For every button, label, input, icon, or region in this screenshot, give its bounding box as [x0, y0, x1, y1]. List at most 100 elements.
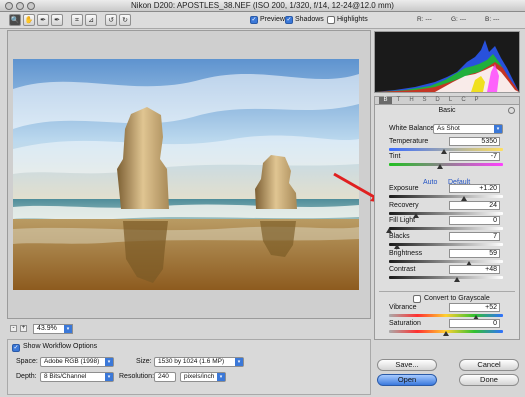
- recovery-slider-track[interactable]: [389, 212, 503, 215]
- histogram: [374, 31, 520, 93]
- fill-light-value-field[interactable]: 0: [449, 216, 500, 225]
- preview-label: Preview: [260, 16, 285, 23]
- chevron-down-icon: ▾: [217, 373, 225, 381]
- tab-c[interactable]: C: [457, 97, 470, 104]
- hand-tool[interactable]: ✋: [23, 14, 35, 26]
- size-select[interactable]: 1530 by 1024 (1.6 MP) ▾: [154, 357, 244, 367]
- adjustment-tabs: BTHSDLCP: [374, 96, 520, 105]
- color-sampler-tool[interactable]: ✒: [51, 14, 63, 26]
- saturation-value-field[interactable]: 0: [449, 319, 500, 328]
- coastal-rocks-image: [13, 59, 359, 290]
- default-button[interactable]: Default: [448, 179, 470, 186]
- contrast-label: Contrast: [389, 266, 416, 273]
- brightness-value-field[interactable]: 59: [449, 249, 500, 258]
- exposure-slider-track[interactable]: [389, 195, 503, 198]
- blacks-slider-track[interactable]: [389, 243, 503, 246]
- straighten-tool[interactable]: ⊿: [85, 14, 97, 26]
- tab-h[interactable]: H: [405, 97, 418, 104]
- grayscale-label: Convert to Grayscale: [424, 295, 490, 302]
- depth-label: Depth:: [16, 373, 37, 380]
- brightness-label: Brightness: [389, 250, 423, 257]
- b-readout: B: ---: [485, 16, 500, 23]
- resolution-input[interactable]: 240: [154, 372, 176, 382]
- highlights-label: Highlights: [337, 16, 368, 23]
- temperature-slider-thumb[interactable]: [440, 149, 447, 154]
- size-label: Size:: [136, 358, 152, 365]
- tint-value-field[interactable]: -7: [449, 152, 500, 161]
- blacks-label: Blacks: [389, 233, 410, 240]
- show-workflow-checkbox[interactable]: ✓: [12, 344, 20, 352]
- tab-s[interactable]: S: [418, 97, 431, 104]
- white-balance-select[interactable]: As Shot ▾: [433, 124, 503, 134]
- g-readout: G: ---: [451, 16, 467, 23]
- blacks-slider-thumb[interactable]: [393, 244, 400, 249]
- zoom-level-select[interactable]: 43.9% ▾: [33, 324, 73, 334]
- preview-checkbox[interactable]: ✓: [250, 16, 258, 24]
- recovery-label: Recovery: [389, 202, 419, 209]
- tint-label: Tint: [389, 153, 401, 160]
- title-bar: Nikon D200: APOSTLES_38.NEF (ISO 200, 1/…: [0, 0, 525, 12]
- chevron-down-icon: ▾: [105, 373, 113, 381]
- chevron-down-icon: ▾: [105, 358, 113, 366]
- fill-light-slider-track[interactable]: [389, 227, 503, 230]
- space-select[interactable]: Adobe RGB (1998) ▾: [40, 357, 114, 367]
- r-readout: R: ---: [417, 16, 432, 23]
- panel-menu-icon[interactable]: [508, 107, 515, 114]
- open-button[interactable]: Open: [377, 374, 437, 386]
- rotate-left-tool[interactable]: ↺: [105, 14, 117, 26]
- zoom-out-button[interactable]: -: [10, 325, 17, 332]
- chevron-down-icon: ▾: [494, 125, 502, 133]
- save-button[interactable]: Save...: [377, 359, 437, 371]
- vibrance-value-field[interactable]: +52: [449, 303, 500, 312]
- zoom-in-button[interactable]: +: [20, 325, 27, 332]
- blacks-value-field[interactable]: 7: [449, 232, 500, 241]
- tab-l[interactable]: L: [444, 97, 457, 104]
- fill-light-label: Fill Light: [389, 217, 416, 224]
- tint-slider-thumb[interactable]: [437, 164, 444, 169]
- done-button[interactable]: Done: [459, 374, 519, 386]
- panel-title: Basic: [438, 107, 456, 114]
- zoom-tool[interactable]: 🔍: [9, 14, 21, 26]
- contrast-slider-track[interactable]: [389, 276, 503, 279]
- chevron-down-icon: ▾: [64, 325, 72, 333]
- shadows-label: Shadows: [295, 16, 324, 23]
- zoom-bar: - + 43.9% ▾: [7, 322, 371, 336]
- auto-button[interactable]: Auto: [423, 179, 437, 186]
- recovery-value-field[interactable]: 24: [449, 201, 500, 210]
- highlights-checkbox[interactable]: [327, 16, 335, 24]
- resolution-label: Resolution:: [119, 373, 155, 380]
- temperature-label: Temperature: [389, 138, 429, 145]
- rotate-right-tool[interactable]: ↻: [119, 14, 131, 26]
- basic-panel: Basic White Balance: As Shot ▾ Temperatur…: [374, 105, 520, 340]
- saturation-slider-thumb[interactable]: [443, 331, 449, 336]
- image-preview-area[interactable]: [7, 30, 371, 319]
- brightness-slider-track[interactable]: [389, 260, 503, 263]
- divider: [379, 291, 515, 292]
- window-title: Nikon D200: APOSTLES_38.NEF (ISO 200, 1/…: [131, 1, 394, 10]
- preview-photo: [13, 59, 359, 290]
- tint-slider-track[interactable]: [389, 163, 503, 166]
- tab-b[interactable]: B: [379, 97, 392, 104]
- resolution-unit-select[interactable]: pixels/inch ▾: [180, 372, 226, 382]
- space-label: Space:: [16, 358, 38, 365]
- contrast-slider-thumb[interactable]: [454, 277, 461, 282]
- temperature-value-field[interactable]: 5350: [449, 137, 500, 146]
- toolbar: 🔍 ✋ ✒ ✒ ⌗ ⊿ ↺ ↻ ✓ Preview ✓ Shadows Highlights …: [0, 12, 525, 29]
- tab-d[interactable]: D: [431, 97, 444, 104]
- tab-t[interactable]: T: [392, 97, 405, 104]
- shadows-checkbox[interactable]: ✓: [285, 16, 293, 24]
- vibrance-label: Vibrance: [389, 304, 417, 311]
- depth-select[interactable]: 8 Bits/Channel ▾: [40, 372, 114, 382]
- white-balance-tool[interactable]: ✒: [37, 14, 49, 26]
- vibrance-slider-track[interactable]: [389, 314, 503, 317]
- tab-p[interactable]: P: [470, 97, 483, 104]
- crop-tool[interactable]: ⌗: [71, 14, 83, 26]
- chevron-down-icon: ▾: [235, 358, 243, 366]
- workflow-options: ✓ Show Workflow Options Space: Adobe RGB…: [7, 339, 371, 395]
- exposure-label: Exposure: [389, 185, 419, 192]
- contrast-value-field[interactable]: +48: [449, 265, 500, 274]
- white-balance-label: White Balance:: [389, 125, 437, 132]
- grayscale-checkbox[interactable]: [413, 295, 421, 303]
- cancel-button[interactable]: Cancel: [459, 359, 519, 371]
- show-workflow-label: Show Workflow Options: [23, 343, 98, 350]
